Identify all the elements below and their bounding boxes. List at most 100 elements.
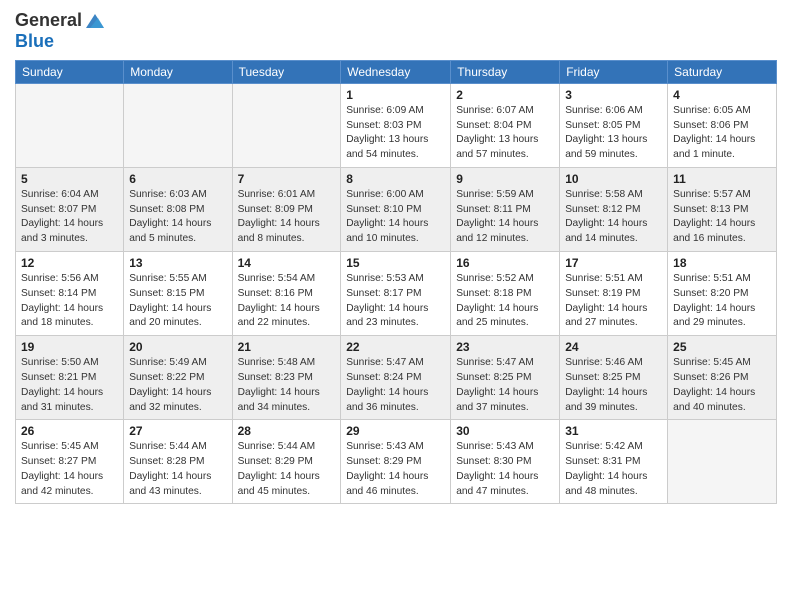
calendar-cell: [124, 83, 232, 167]
day-number: 31: [565, 424, 662, 438]
calendar-cell: 13 Sunrise: 5:55 AMSunset: 8:15 PMDayligh…: [124, 252, 232, 336]
day-number: 24: [565, 340, 662, 354]
day-info: Sunrise: 5:44 AMSunset: 8:29 PMDaylight:…: [238, 440, 336, 499]
day-info: Sunrise: 6:03 AMSunset: 8:08 PMDaylight:…: [129, 188, 226, 247]
calendar-week-row: 5 Sunrise: 6:04 AMSunset: 8:07 PMDaylight…: [16, 167, 777, 251]
day-info: Sunrise: 6:04 AMSunset: 8:07 PMDaylight:…: [21, 188, 118, 247]
day-number: 9: [456, 172, 554, 186]
calendar-cell: 31 Sunrise: 5:42 AMSunset: 8:31 PMDayligh…: [560, 420, 668, 504]
day-info: Sunrise: 5:59 AMSunset: 8:11 PMDaylight:…: [456, 188, 554, 247]
calendar-cell: 14 Sunrise: 5:54 AMSunset: 8:16 PMDayligh…: [232, 252, 341, 336]
calendar-week-row: 1Sunrise: 6:09 AMSunset: 8:03 PMDaylight…: [16, 83, 777, 167]
calendar-cell: 4 Sunrise: 6:05 AMSunset: 8:06 PMDaylight…: [668, 83, 777, 167]
day-number: 30: [456, 424, 554, 438]
calendar-cell: 5 Sunrise: 6:04 AMSunset: 8:07 PMDaylight…: [16, 167, 124, 251]
day-info: Sunrise: 5:51 AMSunset: 8:19 PMDaylight:…: [565, 272, 662, 331]
calendar-header-saturday: Saturday: [668, 60, 777, 83]
day-number: 18: [673, 256, 771, 270]
day-number: 23: [456, 340, 554, 354]
calendar-header-tuesday: Tuesday: [232, 60, 341, 83]
day-info: Sunrise: 5:42 AMSunset: 8:31 PMDaylight:…: [565, 440, 662, 499]
calendar-cell: 21 Sunrise: 5:48 AMSunset: 8:23 PMDayligh…: [232, 336, 341, 420]
day-number: 25: [673, 340, 771, 354]
day-info: Sunrise: 5:47 AMSunset: 8:25 PMDaylight:…: [456, 356, 554, 415]
day-info: Sunrise: 6:07 AMSunset: 8:04 PMDaylight:…: [456, 104, 554, 163]
day-number: 29: [346, 424, 445, 438]
calendar-cell: 27 Sunrise: 5:44 AMSunset: 8:28 PMDayligh…: [124, 420, 232, 504]
day-info: Sunrise: 5:55 AMSunset: 8:15 PMDaylight:…: [129, 272, 226, 331]
calendar-cell: 6Sunrise: 6:03 AMSunset: 8:08 PMDaylight…: [124, 167, 232, 251]
day-number: 16: [456, 256, 554, 270]
calendar-cell: 25 Sunrise: 5:45 AMSunset: 8:26 PMDayligh…: [668, 336, 777, 420]
day-number: 4: [673, 88, 771, 102]
day-info: Sunrise: 5:44 AMSunset: 8:28 PMDaylight:…: [129, 440, 226, 499]
day-info: Sunrise: 5:57 AMSunset: 8:13 PMDaylight:…: [673, 188, 771, 247]
day-number: 26: [21, 424, 118, 438]
day-number: 8: [346, 172, 445, 186]
day-info: Sunrise: 5:47 AMSunset: 8:24 PMDaylight:…: [346, 356, 445, 415]
day-number: 10: [565, 172, 662, 186]
calendar-cell: 2 Sunrise: 6:07 AMSunset: 8:04 PMDaylight…: [451, 83, 560, 167]
day-info: Sunrise: 5:50 AMSunset: 8:21 PMDaylight:…: [21, 356, 118, 415]
header: General Blue: [15, 10, 777, 52]
calendar-header-monday: Monday: [124, 60, 232, 83]
calendar-cell: [16, 83, 124, 167]
day-number: 3: [565, 88, 662, 102]
day-number: 2: [456, 88, 554, 102]
day-number: 1: [346, 88, 445, 102]
day-info: Sunrise: 5:53 AMSunset: 8:17 PMDaylight:…: [346, 272, 445, 331]
day-info: Sunrise: 5:43 AMSunset: 8:30 PMDaylight:…: [456, 440, 554, 499]
calendar-cell: [232, 83, 341, 167]
day-info: Sunrise: 5:56 AMSunset: 8:14 PMDaylight:…: [21, 272, 118, 331]
logo-general: General: [15, 11, 82, 31]
day-info: Sunrise: 5:43 AMSunset: 8:29 PMDaylight:…: [346, 440, 445, 499]
logo: General Blue: [15, 10, 106, 52]
calendar-cell: 18 Sunrise: 5:51 AMSunset: 8:20 PMDayligh…: [668, 252, 777, 336]
day-number: 27: [129, 424, 226, 438]
day-number: 13: [129, 256, 226, 270]
calendar-cell: 17Sunrise: 5:51 AMSunset: 8:19 PMDayligh…: [560, 252, 668, 336]
day-info: Sunrise: 6:00 AMSunset: 8:10 PMDaylight:…: [346, 188, 445, 247]
calendar-cell: 26 Sunrise: 5:45 AMSunset: 8:27 PMDayligh…: [16, 420, 124, 504]
day-number: 21: [238, 340, 336, 354]
calendar-cell: 8 Sunrise: 6:00 AMSunset: 8:10 PMDaylight…: [341, 167, 451, 251]
logo-icon: [84, 10, 106, 32]
calendar-cell: 20Sunrise: 5:49 AMSunset: 8:22 PMDayligh…: [124, 336, 232, 420]
calendar-week-row: 12 Sunrise: 5:56 AMSunset: 8:14 PMDayligh…: [16, 252, 777, 336]
day-number: 11: [673, 172, 771, 186]
calendar-week-row: 19 Sunrise: 5:50 AMSunset: 8:21 PMDayligh…: [16, 336, 777, 420]
calendar-cell: 16Sunrise: 5:52 AMSunset: 8:18 PMDayligh…: [451, 252, 560, 336]
day-info: Sunrise: 6:05 AMSunset: 8:06 PMDaylight:…: [673, 104, 771, 163]
calendar-header-wednesday: Wednesday: [341, 60, 451, 83]
calendar-cell: 23 Sunrise: 5:47 AMSunset: 8:25 PMDayligh…: [451, 336, 560, 420]
day-info: Sunrise: 5:54 AMSunset: 8:16 PMDaylight:…: [238, 272, 336, 331]
day-number: 5: [21, 172, 118, 186]
day-number: 12: [21, 256, 118, 270]
day-number: 28: [238, 424, 336, 438]
day-info: Sunrise: 5:45 AMSunset: 8:26 PMDaylight:…: [673, 356, 771, 415]
day-info: Sunrise: 6:06 AMSunset: 8:05 PMDaylight:…: [565, 104, 662, 163]
day-info: Sunrise: 5:45 AMSunset: 8:27 PMDaylight:…: [21, 440, 118, 499]
calendar-table: SundayMondayTuesdayWednesdayThursdayFrid…: [15, 60, 777, 505]
day-info: Sunrise: 5:49 AMSunset: 8:22 PMDaylight:…: [129, 356, 226, 415]
calendar-week-row: 26 Sunrise: 5:45 AMSunset: 8:27 PMDayligh…: [16, 420, 777, 504]
day-info: Sunrise: 5:48 AMSunset: 8:23 PMDaylight:…: [238, 356, 336, 415]
calendar-cell: [668, 420, 777, 504]
calendar-cell: 28 Sunrise: 5:44 AMSunset: 8:29 PMDayligh…: [232, 420, 341, 504]
day-number: 22: [346, 340, 445, 354]
day-info: Sunrise: 5:58 AMSunset: 8:12 PMDaylight:…: [565, 188, 662, 247]
calendar-cell: 12 Sunrise: 5:56 AMSunset: 8:14 PMDayligh…: [16, 252, 124, 336]
day-info: Sunrise: 5:46 AMSunset: 8:25 PMDaylight:…: [565, 356, 662, 415]
calendar-cell: 7Sunrise: 6:01 AMSunset: 8:09 PMDaylight…: [232, 167, 341, 251]
calendar-cell: 22 Sunrise: 5:47 AMSunset: 8:24 PMDayligh…: [341, 336, 451, 420]
day-number: 15: [346, 256, 445, 270]
day-info: Sunrise: 5:51 AMSunset: 8:20 PMDaylight:…: [673, 272, 771, 331]
calendar-cell: 11 Sunrise: 5:57 AMSunset: 8:13 PMDayligh…: [668, 167, 777, 251]
calendar-header-thursday: Thursday: [451, 60, 560, 83]
calendar-cell: 30 Sunrise: 5:43 AMSunset: 8:30 PMDayligh…: [451, 420, 560, 504]
calendar-cell: 15 Sunrise: 5:53 AMSunset: 8:17 PMDayligh…: [341, 252, 451, 336]
calendar-header-sunday: Sunday: [16, 60, 124, 83]
day-number: 14: [238, 256, 336, 270]
calendar-cell: 24 Sunrise: 5:46 AMSunset: 8:25 PMDayligh…: [560, 336, 668, 420]
day-number: 19: [21, 340, 118, 354]
